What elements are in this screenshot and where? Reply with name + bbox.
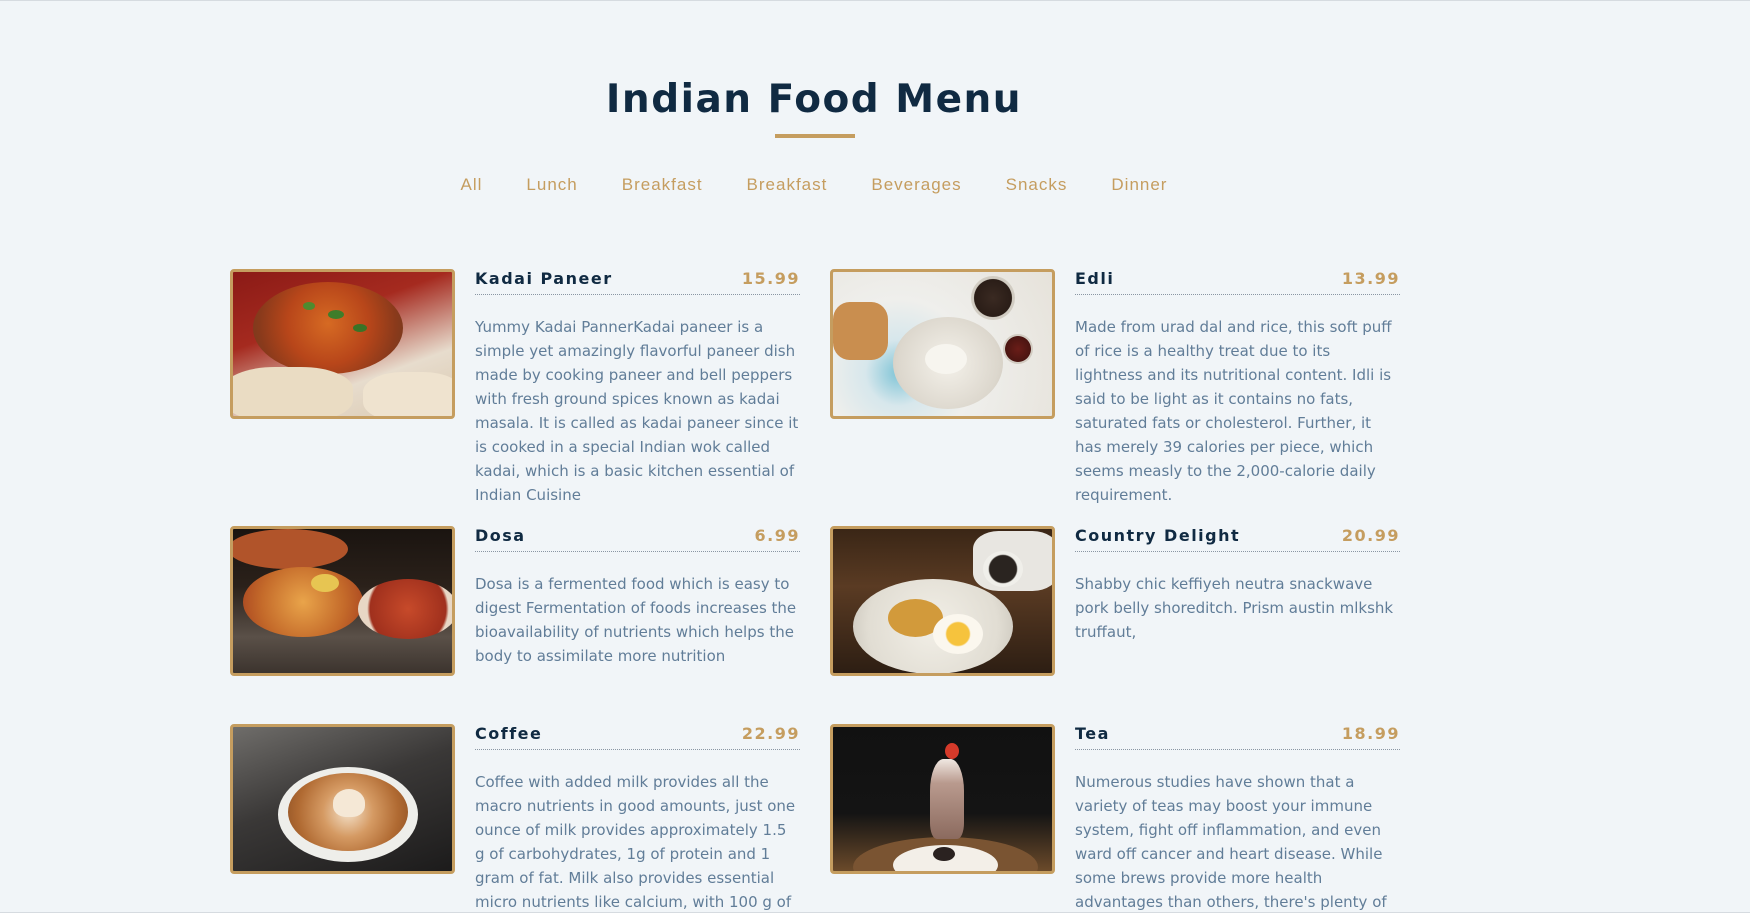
menu-page: Indian Food Menu All Lunch Breakfast Bre… [0,0,1750,913]
item-name: Tea [1075,724,1110,743]
item-description: Made from urad dal and rice, this soft p… [1075,318,1392,504]
item-info: Kadai Paneer 15.99 Yummy Kadai PannerKad… [475,269,800,507]
item-photo-country-delight [830,526,1055,676]
item-price: 15.99 [741,269,800,288]
item-name: Edli [1075,269,1115,288]
item-photo-coffee [230,724,455,874]
filter-beverages-button[interactable]: Beverages [849,175,983,195]
item-name: Country Delight [1075,526,1241,545]
item-info: Dosa 6.99 Dosa is a fermented food which… [475,526,800,668]
item-info: Edli 13.99 Made from urad dal and rice, … [1075,269,1400,507]
title-underline [775,134,855,138]
item-header: Tea 18.99 [1075,724,1400,750]
item-photo-kadai-paneer [230,269,455,419]
item-price: 18.99 [1341,724,1400,743]
item-description: Yummy Kadai PannerKadai paneer is a simp… [475,318,799,504]
item-price: 22.99 [741,724,800,743]
item-photo-dosa [230,526,455,676]
filter-breakfast-button[interactable]: Breakfast [600,175,725,195]
filter-breakfast-button-2[interactable]: Breakfast [725,175,850,195]
item-name: Coffee [475,724,543,743]
item-description: Coffee with added milk provides all the … [475,773,796,911]
item-header: Dosa 6.99 [475,526,800,552]
item-price: 20.99 [1341,526,1400,545]
filter-bar: All Lunch Breakfast Breakfast Beverages … [0,175,1628,195]
item-photo-edli [830,269,1055,419]
item-info: Coffee 22.99 Coffee with added milk prov… [475,724,800,912]
filter-dinner-button[interactable]: Dinner [1089,175,1189,195]
item-info: Country Delight 20.99 Shabby chic keffiy… [1075,526,1400,644]
item-description: Shabby chic keffiyeh neutra snackwave po… [1075,575,1394,641]
item-price: 13.99 [1341,269,1400,288]
page-title: Indian Food Menu [605,77,1023,122]
item-name: Kadai Paneer [475,269,613,288]
item-header: Coffee 22.99 [475,724,800,750]
item-price: 6.99 [754,526,800,545]
filter-lunch-button[interactable]: Lunch [504,175,599,195]
item-name: Dosa [475,526,526,545]
item-header: Kadai Paneer 15.99 [475,269,800,295]
filter-all-button[interactable]: All [439,175,505,195]
item-description: Dosa is a fermented food which is easy t… [475,575,797,665]
item-header: Country Delight 20.99 [1075,526,1400,552]
filter-snacks-button[interactable]: Snacks [984,175,1090,195]
item-info: Tea 18.99 Numerous studies have shown th… [1075,724,1400,912]
item-header: Edli 13.99 [1075,269,1400,295]
item-description: Numerous studies have shown that a varie… [1075,773,1387,911]
item-photo-tea [830,724,1055,874]
